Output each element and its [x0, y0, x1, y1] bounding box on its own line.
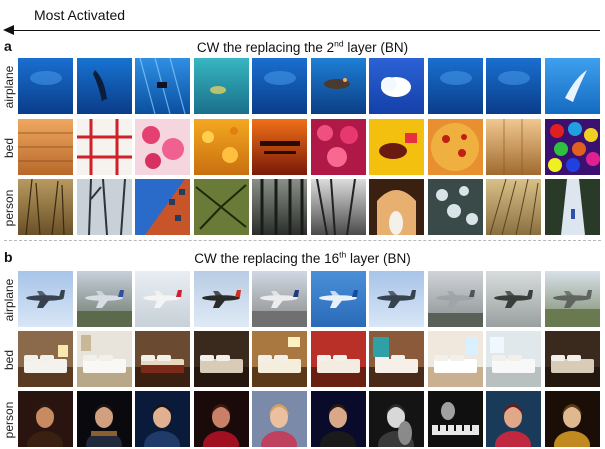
portrait-smile-tile	[135, 391, 190, 447]
row-label-a-1: bed	[2, 137, 16, 159]
reeds-tile	[486, 179, 541, 235]
palm-tile	[193, 179, 249, 235]
plane-runway-tile	[252, 271, 307, 327]
roses-tile	[310, 119, 366, 175]
panel-a-title-text: CW the replacing the 2	[196, 40, 335, 55]
grass-tile	[18, 179, 73, 235]
bedroom-tile	[18, 331, 73, 387]
singer-gold-tile	[544, 391, 600, 447]
orange-texture-tile	[193, 119, 249, 175]
portrait-blonde-tile	[252, 391, 307, 447]
plane-blue-tile	[310, 271, 366, 327]
bedroom-bright-tile	[427, 331, 483, 387]
water-tile	[486, 58, 541, 114]
bedroom-warm-tile	[252, 331, 307, 387]
plane-field-tile	[544, 271, 600, 327]
plane-grey-tile	[427, 271, 483, 327]
flowers-tile	[135, 119, 190, 175]
panel-a-title-sup: nd	[334, 38, 344, 49]
water-dolphin-tile	[76, 58, 132, 114]
arrow-left-icon	[3, 25, 14, 35]
bull-tile	[369, 119, 424, 175]
water-diver-tile	[135, 58, 190, 114]
sky-cloud-tile	[369, 58, 424, 114]
bedroom-dark-tile	[193, 331, 249, 387]
sauna-tile	[18, 119, 73, 175]
candy-tile	[544, 119, 600, 175]
row-label-a-2: person	[2, 189, 16, 227]
water-fish-tile	[193, 58, 249, 114]
bedroom-light-tile	[486, 331, 541, 387]
plane-old-tile	[486, 271, 541, 327]
image-row-a-person	[18, 179, 603, 235]
water-tile	[18, 58, 73, 114]
plane-sky-tile	[369, 271, 424, 327]
snow-tree-tile	[427, 179, 483, 235]
image-row-b-airplane	[18, 271, 603, 327]
window-grid-tile	[76, 119, 132, 175]
image-row-a-airplane	[18, 58, 603, 114]
panel-a-title-suffix: layer (BN)	[343, 40, 409, 55]
water-light-tile	[544, 58, 600, 114]
water-whale-tile	[310, 58, 366, 114]
row-label-b-0: airplane	[2, 278, 16, 322]
most-activated-label: Most Activated	[34, 7, 126, 23]
plane-red-tile	[193, 271, 249, 327]
panel-a-title: CW the replacing the 2nd layer (BN)	[0, 38, 605, 55]
singer-mic-tile	[486, 391, 541, 447]
wood-panels-tile	[486, 119, 541, 175]
guitarist-tile	[76, 391, 132, 447]
sunset-text-tile	[252, 119, 307, 175]
row-label-b-2: person	[2, 401, 16, 439]
image-row-b-bed	[18, 331, 603, 387]
cello-bw-tile	[369, 391, 424, 447]
panel-b-title: CW the replacing the 16th layer (BN)	[0, 250, 605, 266]
waterfall-tile	[544, 179, 600, 235]
concert-tile	[18, 391, 73, 447]
piano-bw-tile	[427, 391, 483, 447]
bedroom-teal-tile	[369, 331, 424, 387]
image-row-a-bed	[18, 119, 603, 175]
panel-divider	[4, 240, 601, 241]
arch-couple-tile	[369, 179, 424, 235]
singer-dark-tile	[193, 391, 249, 447]
brick-building-tile	[135, 179, 190, 235]
stage-performer-tile	[310, 391, 366, 447]
bare-trees-tile	[76, 179, 132, 235]
arrow-line	[12, 30, 600, 32]
bedroom-red-tile	[310, 331, 366, 387]
bedroom-white-tile	[76, 331, 132, 387]
forest-tile	[252, 179, 307, 235]
image-row-b-person	[18, 391, 603, 447]
panel-b-title-text: CW the replacing the 16	[194, 251, 340, 266]
water-tile	[252, 58, 307, 114]
bedroom-dark-tile	[544, 331, 600, 387]
forest-bw-tile	[310, 179, 366, 235]
water-tile	[427, 58, 483, 114]
plane-white-tile	[135, 271, 190, 327]
plane-ground-tile	[76, 271, 132, 327]
plane-sky-tile	[18, 271, 73, 327]
bedroom-brown-tile	[135, 331, 190, 387]
row-label-a-0: airplane	[2, 65, 16, 109]
pizza-tile	[427, 119, 483, 175]
panel-b-title-suffix: layer (BN)	[346, 251, 411, 266]
row-label-b-1: bed	[2, 349, 16, 371]
